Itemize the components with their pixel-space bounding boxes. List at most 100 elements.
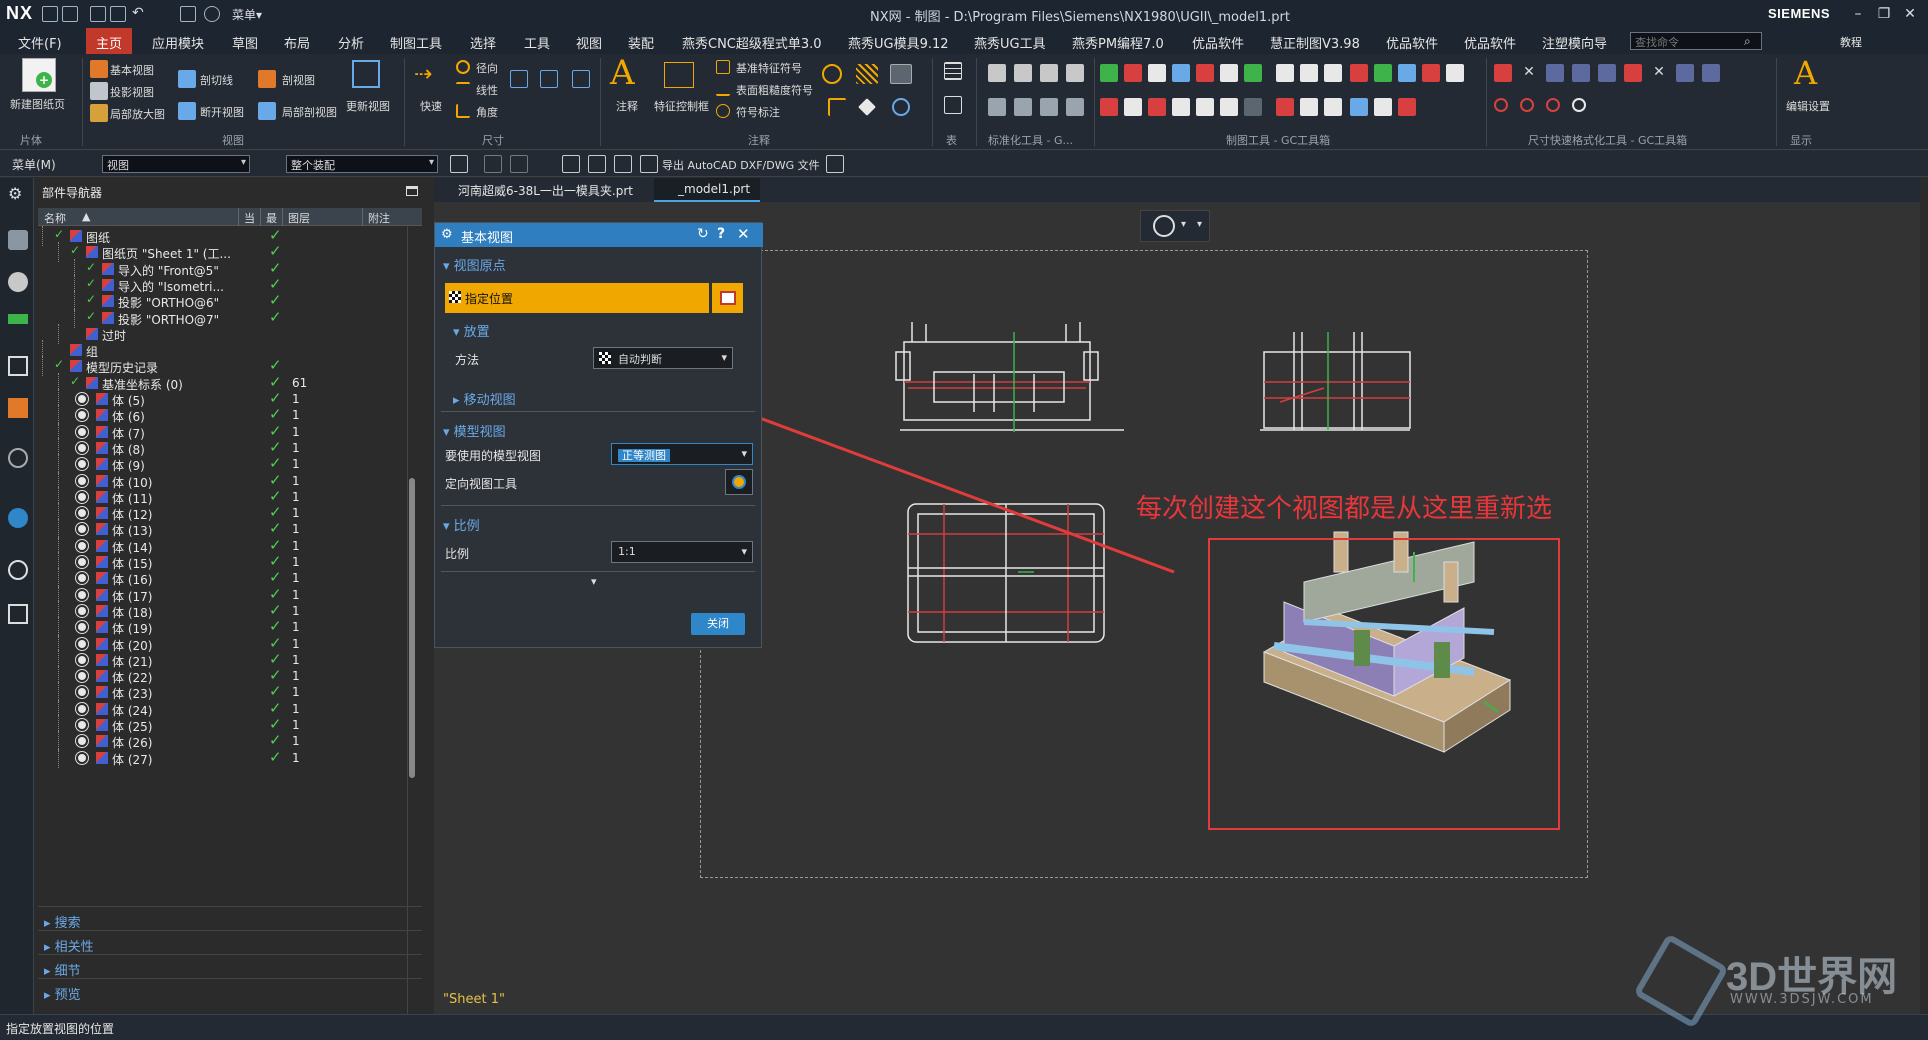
clock-icon[interactable] [8,560,28,580]
column-divider[interactable] [238,208,239,226]
visibility-icon[interactable] [76,556,88,568]
column-name[interactable]: 名称 [44,210,66,226]
break-out-section-button[interactable]: 局部剖视图 [282,104,337,120]
visibility-icon[interactable] [76,719,88,731]
fast-format-icon[interactable] [1546,98,1560,112]
menu-home[interactable]: 主页 [86,28,133,54]
part-navigator-icon[interactable] [8,272,28,292]
visibility-icon[interactable] [76,458,88,471]
quick-access-menu[interactable]: 菜单▾ [232,6,262,23]
gc-tool-icon[interactable] [1350,64,1368,82]
menu-select[interactable]: 选择 [470,33,496,52]
menu-view[interactable]: 视图 [576,33,602,52]
fast-format-icon[interactable] [1494,98,1508,112]
symbol-note-button[interactable]: 符号标注 [736,104,780,120]
fast-format-icon[interactable] [1572,98,1586,112]
menu-youpin-1[interactable]: 优品软件 [1192,33,1244,52]
menu-button[interactable]: 菜单(M) [12,156,56,173]
snap-icon[interactable] [510,155,528,173]
radial-button[interactable]: 径向 [476,60,498,76]
gc-tool-icon[interactable] [1124,64,1142,82]
gc-tool-icon[interactable] [1244,64,1262,82]
fast-format-icon[interactable] [1676,64,1694,82]
menu-huizheng[interactable]: 慧正制图V3.98 [1270,33,1360,52]
table-icon[interactable] [944,62,962,80]
datum-symbol-button[interactable]: 基准特征符号 [736,60,802,76]
scale-dropdown[interactable]: 1:1 [611,541,753,563]
gc-tool-icon[interactable] [1324,64,1342,82]
filter-icon[interactable] [450,155,468,173]
dialog-title-bar[interactable]: ⚙ 基本视图 ↻ ? ✕ [435,223,763,247]
view-triad-toolbar[interactable]: ▾ ▾ [1140,210,1210,242]
std-tool-icon[interactable] [1040,98,1058,116]
visibility-icon[interactable] [76,751,88,764]
menu-yanxiu-pm[interactable]: 燕秀PM编程7.0 [1072,33,1164,52]
maximize-icon[interactable] [406,186,418,196]
gc-tool-icon[interactable] [1100,98,1118,116]
checkmark-icon[interactable]: ✓ [70,243,80,257]
navigator-scroll-thumb[interactable] [409,478,415,778]
export-settings-icon[interactable] [826,155,844,173]
menu-assembly[interactable]: 装配 [628,33,654,52]
reuse-library-icon[interactable] [8,314,28,324]
quick-dimension-button[interactable]: 快速 [420,98,442,114]
gc-tool-icon[interactable] [1196,98,1214,116]
section-line-button[interactable]: 剖切线 [200,72,233,88]
fast-format-icon[interactable] [1520,98,1534,112]
model-view-dropdown[interactable]: 正等测图 [611,443,753,465]
section-search[interactable]: ▸ 搜索 [44,912,81,931]
angle-button[interactable]: 角度 [476,104,498,120]
restore-icon[interactable]: ❐ [1874,4,1894,24]
gc-tool-icon[interactable] [1276,98,1294,116]
save-icon[interactable] [90,6,106,22]
menu-applications[interactable]: 应用模块 [152,33,204,52]
gc-tool-icon[interactable] [1276,64,1294,82]
tab-mold-file[interactable]: 河南超威6-38L一出一模具夹.prt [434,178,643,202]
fast-format-icon[interactable] [1624,64,1642,82]
visibility-icon[interactable] [76,523,88,536]
new-file-icon[interactable] [42,6,58,22]
settings-icon[interactable]: ⚙ [8,184,28,204]
std-tool-icon[interactable] [988,64,1006,82]
center-mark-icon[interactable] [892,98,910,116]
edit-settings-button[interactable]: 编辑设置 [1786,98,1830,114]
close-button[interactable]: 关闭 [691,613,745,635]
system-materials-icon[interactable] [8,508,28,528]
menu-file[interactable]: 文件(F) [18,33,62,52]
menu-yanxiu-cnc[interactable]: 燕秀CNC超级程式单3.0 [682,33,822,52]
column-divider[interactable] [282,208,283,226]
method-dropdown[interactable]: 自动判断 [593,347,733,369]
command-search-input[interactable]: 查找命令 [1630,32,1762,50]
expand-more-icon[interactable]: ▾ [591,575,597,588]
visibility-icon[interactable] [76,670,88,683]
assembly-navigator-icon[interactable] [8,230,28,250]
chevron-down-icon[interactable]: ▾ [1181,219,1186,230]
open-file-icon[interactable] [62,6,78,22]
visibility-icon[interactable] [76,637,88,650]
section-view-button[interactable]: 剖视图 [282,72,315,88]
visibility-icon[interactable] [76,507,88,520]
history-icon[interactable] [8,448,28,468]
search-icon[interactable]: ⌕ [1744,34,1751,49]
gc-tool-icon[interactable] [1148,98,1166,116]
gc-tool-icon[interactable] [1374,64,1392,82]
gc-tool-icon[interactable] [1422,64,1440,82]
section-view-origin[interactable]: ▾ 视图原点 [443,255,506,274]
column-divider[interactable] [260,208,261,226]
fast-format-icon[interactable] [1494,64,1512,82]
menu-drafting-tools[interactable]: 制图工具 [390,33,442,52]
fast-format-icon[interactable]: ✕ [1650,64,1668,82]
gc-tool-icon[interactable] [1244,98,1262,116]
visibility-icon[interactable] [76,686,88,699]
menu-tools[interactable]: 工具 [524,33,550,52]
chevron-down-icon[interactable]: ▾ [1197,219,1202,230]
export-dwg-button[interactable]: 导出 AutoCAD DXF/DWG 文件 [662,157,820,173]
column-layer[interactable]: 图层 [288,210,310,226]
menu-youpin-2[interactable]: 优品软件 [1386,33,1438,52]
select-tool-icon[interactable] [588,155,606,173]
menu-analysis[interactable]: 分析 [338,33,364,52]
specify-location-button[interactable] [711,283,743,313]
detail-view-button[interactable]: 局部放大图 [110,106,165,122]
fast-format-icon[interactable] [1572,64,1590,82]
column-divider[interactable] [362,208,363,226]
